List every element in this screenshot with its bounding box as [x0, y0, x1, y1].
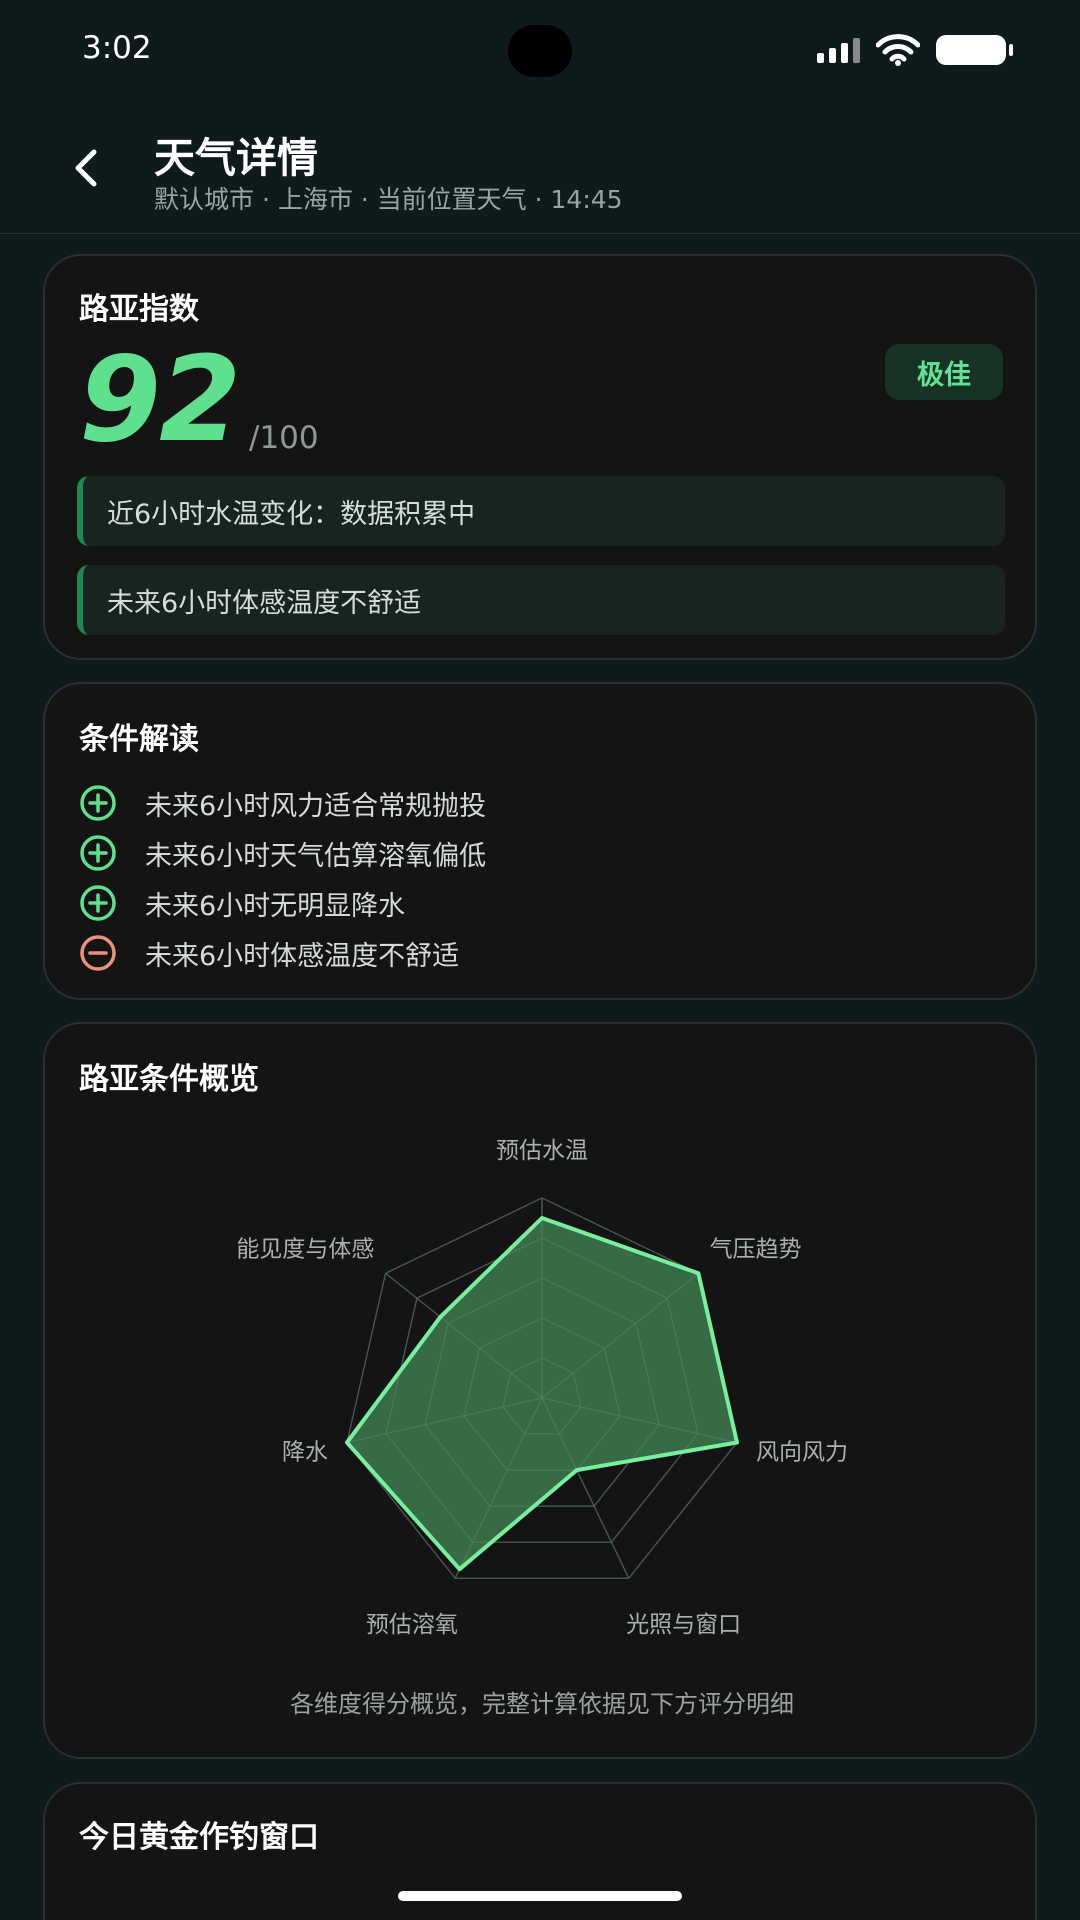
- note-feels-like: 未来6小时体感温度不舒适: [77, 565, 1005, 635]
- status-bar: 3:02: [0, 0, 1080, 100]
- radar-axis-label: 光照与窗口: [626, 1612, 741, 1638]
- radar-svg: 预估水温气压趋势风向风力光照与窗口 预估溶氧 降水 能见度与体感: [236, 1138, 848, 1638]
- plus-circle-icon: [80, 785, 116, 821]
- condition-item: 未来6小时天气估算溶氧偏低: [79, 828, 486, 878]
- page-title: 天气详情: [154, 134, 318, 182]
- condition-item: 未来6小时无明显降水: [79, 878, 486, 928]
- radar-axis-label: 预估水温: [496, 1138, 588, 1164]
- condition-text: 未来6小时天气估算溶氧偏低: [145, 840, 487, 872]
- plus-circle-icon: [80, 835, 116, 871]
- home-indicator: [398, 1891, 682, 1901]
- score-value: 92: [79, 330, 241, 468]
- condition-text: 未来6小时风力适合常规抛投: [145, 790, 487, 822]
- plus-circle-icon: [80, 885, 116, 921]
- status-time: 3:02: [82, 30, 152, 66]
- conditions-card: 条件解读 未来6小时风力适合常规抛投 未来6小时天气估算溶氧偏低 未来6小时无明…: [43, 682, 1037, 1000]
- condition-item: 未来6小时体感温度不舒适: [79, 928, 486, 978]
- radar-axis-label: 气压趋势: [710, 1236, 802, 1262]
- radar-axis-label: 能见度与体感: [236, 1236, 374, 1262]
- wifi-icon: [876, 34, 920, 66]
- radar-axis-label: 风向风力: [756, 1439, 848, 1465]
- status-icons: [817, 32, 1013, 68]
- score-max: /100: [249, 420, 319, 456]
- screen: 3:02 天气详情 默认城市 · 上海市 · 当前位置天气 · 14:45 路亚…: [0, 0, 1080, 1920]
- radar-chart: 预估水温气压趋势风向风力光照与窗口 预估溶氧 降水 能见度与体感: [45, 1024, 1039, 1757]
- radar-axis-label: 预估溶氧: [366, 1612, 458, 1638]
- note-water-temp: 近6小时水温变化：数据积累中: [77, 476, 1005, 546]
- minus-circle-icon: [80, 935, 116, 971]
- cellular-signal-icon: [817, 37, 860, 63]
- back-button[interactable]: [56, 138, 116, 198]
- chevron-left-icon: [75, 149, 97, 187]
- condition-item: 未来6小时风力适合常规抛投: [79, 778, 486, 828]
- conditions-list: 未来6小时风力适合常规抛投 未来6小时天气估算溶氧偏低 未来6小时无明显降水 未…: [79, 778, 486, 978]
- radar-caption: 各维度得分概览，完整计算依据见下方评分明细: [290, 1690, 794, 1718]
- condition-text: 未来6小时体感温度不舒适: [145, 940, 460, 972]
- lure-index-card: 路亚指数 92 /100 极佳 近6小时水温变化：数据积累中 未来6小时体感温度…: [43, 254, 1037, 660]
- conditions-title: 条件解读: [79, 722, 199, 757]
- condition-text: 未来6小时无明显降水: [145, 890, 406, 922]
- radar-axis-label: 降水: [282, 1439, 328, 1465]
- header: 天气详情 默认城市 · 上海市 · 当前位置天气 · 14:45: [0, 100, 1080, 234]
- page-subtitle: 默认城市 · 上海市 · 当前位置天气 · 14:45: [154, 185, 623, 214]
- lure-index-title: 路亚指数: [79, 292, 199, 327]
- camera-cutout: [508, 25, 572, 77]
- grade-badge: 极佳: [885, 344, 1003, 400]
- battery-icon: [936, 35, 1013, 65]
- golden-window-title: 今日黄金作钓窗口: [79, 1820, 319, 1855]
- overview-card: 路亚条件概览 预估水温 气压趋势 风向风力 光照与窗口 预估溶氧 降水 能见度与体感 各维度…: [43, 1022, 1037, 1759]
